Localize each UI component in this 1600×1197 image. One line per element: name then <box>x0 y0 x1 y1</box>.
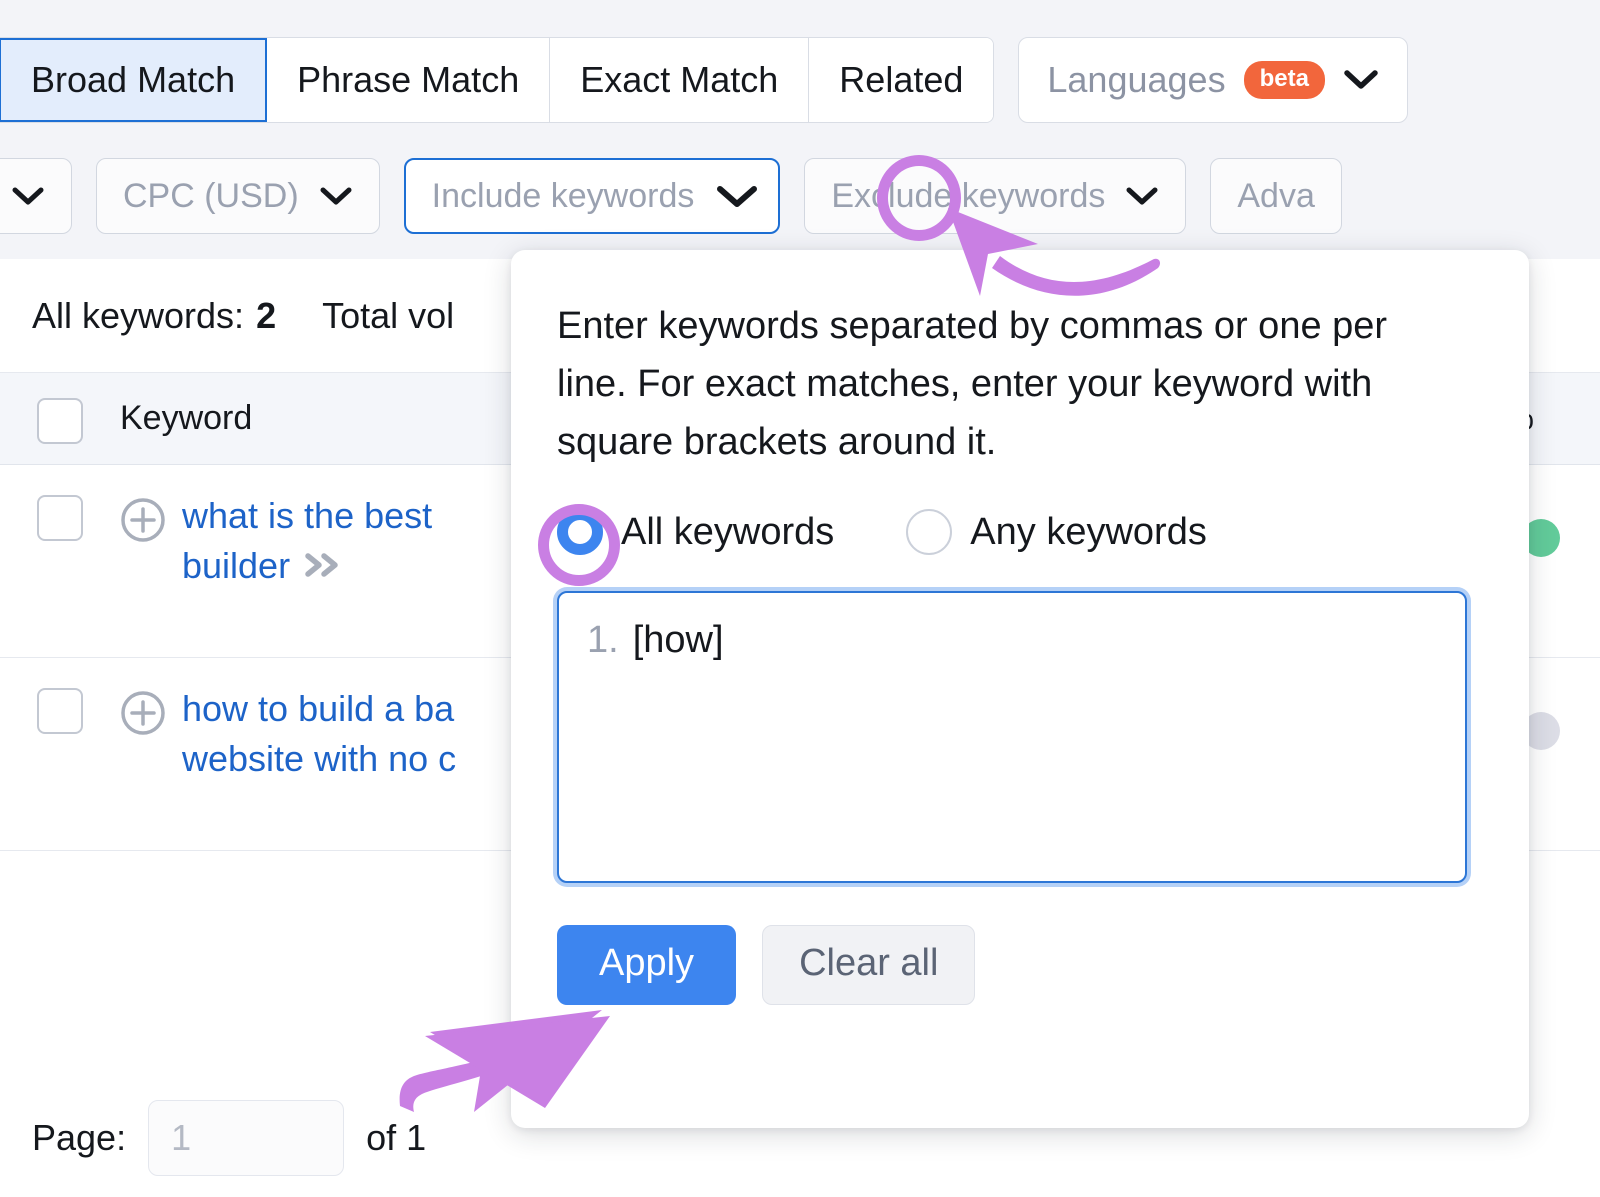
select-all-checkbox[interactable] <box>37 398 83 444</box>
chevron-down-icon <box>1125 185 1159 207</box>
all-keywords-label: All keywords: <box>32 295 244 337</box>
row-select-cell <box>0 491 120 541</box>
match-mode-radiogroup: All keywords Any keywords <box>557 509 1483 555</box>
blank-filter[interactable] <box>0 158 72 234</box>
include-keywords-filter[interactable]: Include keywords <box>404 158 781 234</box>
tab-phrase-match-label: Phrase Match <box>297 59 519 101</box>
tab-phrase-match[interactable]: Phrase Match <box>267 38 550 122</box>
radio-all-keywords-input[interactable] <box>557 509 603 555</box>
keyword-text-line2: builder <box>182 545 290 586</box>
keyword-text-line2: website with no c <box>182 738 456 779</box>
advanced-filters[interactable]: Adva <box>1210 158 1342 234</box>
tab-exact-match-label: Exact Match <box>580 59 778 101</box>
plus-circle-icon[interactable] <box>120 690 166 741</box>
select-all-cell <box>0 394 120 444</box>
radio-any-keywords[interactable]: Any keywords <box>906 509 1207 555</box>
exclude-keywords-label: Exclude keywords <box>831 177 1105 216</box>
radio-any-keywords-input[interactable] <box>906 509 952 555</box>
chevron-down-icon[interactable] <box>714 182 760 210</box>
tab-broad-match-label: Broad Match <box>31 59 235 101</box>
tab-related-label: Related <box>839 59 963 101</box>
match-type-tabbar: Broad Match Phrase Match Exact Match Rel… <box>0 37 1408 123</box>
chevron-down-icon <box>1343 68 1379 92</box>
tab-exact-match[interactable]: Exact Match <box>550 38 809 122</box>
match-type-tabgroup: Broad Match Phrase Match Exact Match Rel… <box>0 37 994 123</box>
radio-any-keywords-label: Any keywords <box>970 511 1207 554</box>
include-keywords-label: Include keywords <box>432 177 695 216</box>
keywords-line-number: 1. <box>587 619 619 661</box>
languages-dropdown[interactable]: Languages beta <box>1018 37 1408 123</box>
clear-all-button[interactable]: Clear all <box>762 925 975 1005</box>
keywords-textarea-line: 1. [how] <box>587 619 1441 662</box>
page-number-value: 1 <box>171 1117 191 1159</box>
page-number-input[interactable]: 1 <box>148 1100 344 1176</box>
screenshot-root: Broad Match Phrase Match Exact Match Rel… <box>0 0 1600 1197</box>
tab-related[interactable]: Related <box>809 38 993 122</box>
keyword-text-line1: how to build a ba <box>182 688 454 729</box>
beta-badge: beta <box>1244 61 1325 99</box>
row-checkbox[interactable] <box>37 688 83 734</box>
total-volume-label: Total vol <box>322 295 454 337</box>
exclude-keywords-filter[interactable]: Exclude keywords <box>804 158 1186 234</box>
page-label: Page: <box>32 1117 126 1159</box>
filter-row: CPC (USD) Include keywords Exclude keywo… <box>0 158 1342 234</box>
advanced-filters-label: Adva <box>1237 177 1315 216</box>
chevron-down-icon <box>319 185 353 207</box>
plus-circle-icon[interactable] <box>120 497 166 548</box>
radio-all-keywords-label: All keywords <box>621 511 834 554</box>
keyword-text-line1: what is the best <box>182 495 432 536</box>
double-chevron-right-icon[interactable] <box>300 543 346 593</box>
apply-button[interactable]: Apply <box>557 925 736 1005</box>
keywords-textarea[interactable]: 1. [how] <box>557 591 1467 883</box>
radio-all-keywords[interactable]: All keywords <box>557 509 834 555</box>
languages-label: Languages <box>1047 59 1225 101</box>
tab-broad-match[interactable]: Broad Match <box>0 38 267 122</box>
row-select-cell <box>0 684 120 734</box>
column-header-keyword[interactable]: Keyword <box>120 399 252 438</box>
all-keywords-count: 2 <box>256 295 276 337</box>
page-total-label: of 1 <box>366 1117 426 1159</box>
include-keywords-popup: Enter keywords separated by commas or on… <box>511 250 1529 1128</box>
popup-description: Enter keywords separated by commas or on… <box>557 298 1437 471</box>
keywords-line-value: [how] <box>633 619 724 661</box>
row-checkbox[interactable] <box>37 495 83 541</box>
cpc-filter[interactable]: CPC (USD) <box>96 158 380 234</box>
cpc-filter-label: CPC (USD) <box>123 177 299 216</box>
popup-buttons: Apply Clear all <box>557 925 1483 1005</box>
chevron-down-icon <box>11 185 45 207</box>
